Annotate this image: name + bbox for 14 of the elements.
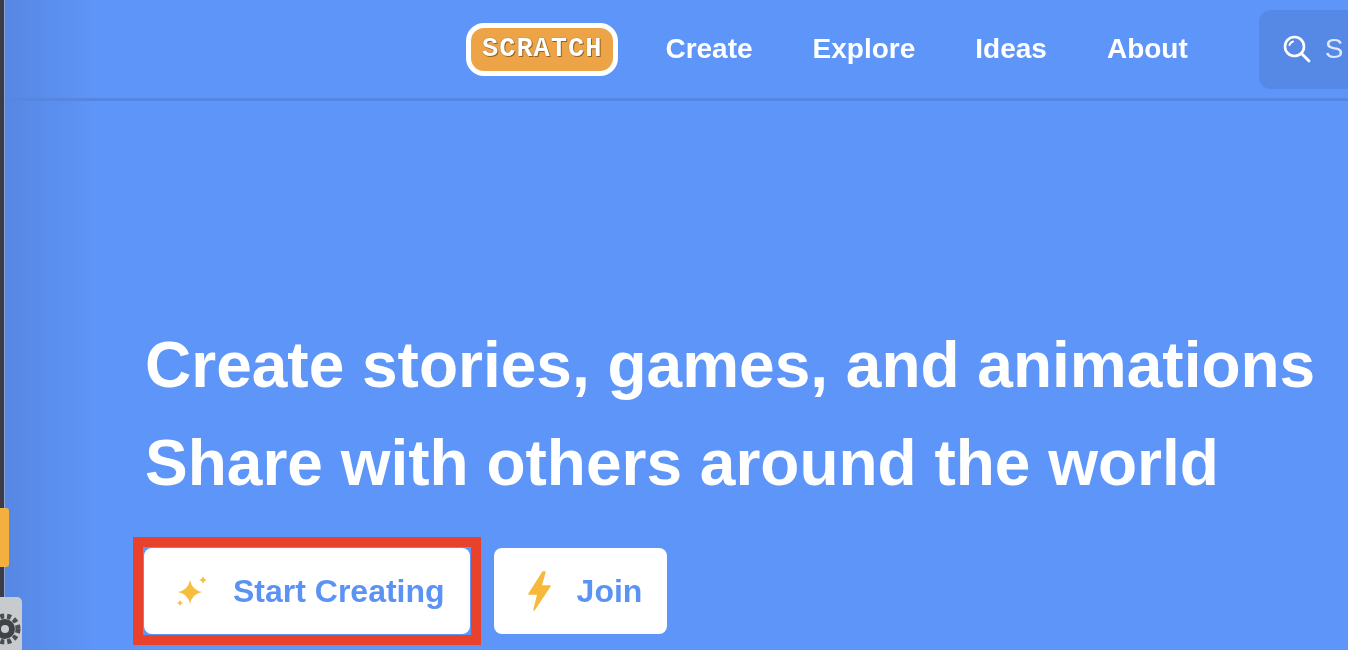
subheadline: Share with others around the world: [145, 426, 1219, 501]
side-marker: [0, 508, 9, 567]
gear-icon: [0, 597, 22, 650]
nav-link[interactable]: About: [1106, 35, 1188, 63]
search-icon: [1282, 34, 1311, 63]
join-button[interactable]: Join: [493, 548, 668, 634]
logo[interactable]: SCRATCH: [466, 22, 619, 76]
headline: Create stories, games, and animations: [145, 328, 1316, 403]
nav-link[interactable]: Create: [665, 35, 753, 63]
search-field[interactable]: S: [1258, 9, 1348, 89]
nav-link[interactable]: Explore: [812, 35, 916, 63]
start-creating-button[interactable]: Start Creating: [144, 548, 470, 634]
nav-link[interactable]: Ideas: [975, 35, 1047, 63]
sparkle-icon: [175, 575, 209, 607]
